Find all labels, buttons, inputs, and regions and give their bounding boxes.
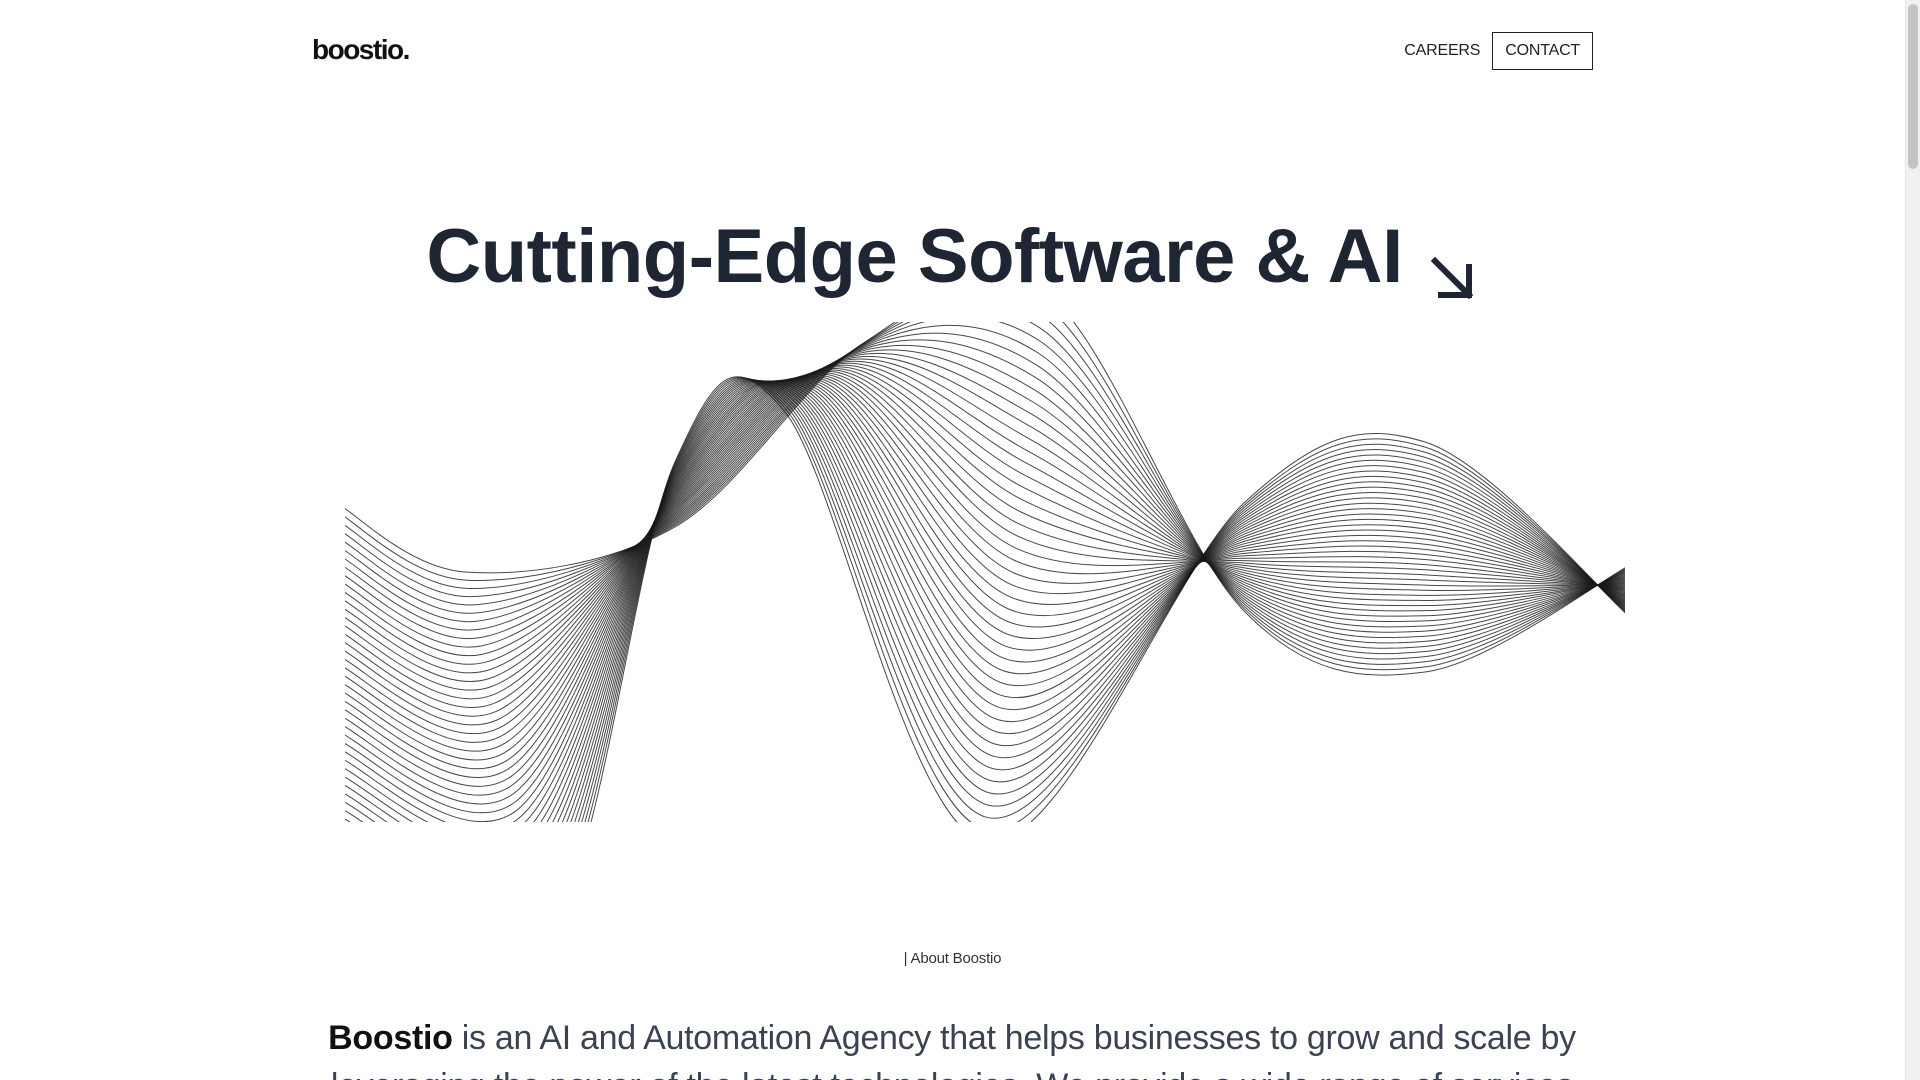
wave-line xyxy=(566,380,1625,822)
page: boostio. CAREERS CONTACT Cutting-Edge So… xyxy=(0,0,1920,1080)
wave-line xyxy=(345,377,1625,787)
page-scrollbar[interactable] xyxy=(1905,0,1920,1080)
site-header: boostio. CAREERS CONTACT xyxy=(0,0,1905,102)
wave-line xyxy=(345,380,1625,822)
wave-line xyxy=(345,322,1625,676)
wave-line xyxy=(590,376,1625,822)
about-section-tag: | About Boostio xyxy=(903,950,1002,967)
logo[interactable]: boostio. xyxy=(312,32,410,68)
main-nav: CAREERS CONTACT xyxy=(1404,32,1593,70)
wave-line xyxy=(345,322,1625,671)
hero-heading: Cutting-Edge Software & AI xyxy=(0,209,1905,305)
about-body-text: is an AI and Automation Agency that help… xyxy=(331,1019,1576,1080)
wave-line xyxy=(345,378,1625,796)
hero-wave-illustration xyxy=(345,322,1625,822)
wave-line xyxy=(345,322,1625,665)
wave-line xyxy=(345,375,1625,770)
about-brand-name: Boostio xyxy=(328,1019,453,1057)
hero-title-text: Cutting-Edge Software & AI xyxy=(426,213,1403,299)
wave-line xyxy=(345,373,1625,752)
wave-line xyxy=(345,380,1625,822)
wave-line xyxy=(587,377,1625,822)
wave-line xyxy=(570,379,1625,822)
wave-line xyxy=(345,379,1625,822)
wave-line xyxy=(345,380,1625,822)
wave-line xyxy=(345,324,1625,649)
contact-button[interactable]: CONTACT xyxy=(1492,32,1593,70)
wave-line xyxy=(345,380,1625,822)
wave-line xyxy=(345,344,1625,640)
nav-link-careers[interactable]: CAREERS xyxy=(1404,32,1480,70)
wave-lines-graphic xyxy=(345,322,1625,822)
scrollbar-thumb[interactable] xyxy=(1908,4,1918,169)
wave-line xyxy=(345,380,1625,822)
about-description: Boostio is an AI and Automation Agency t… xyxy=(312,1014,1592,1080)
arrow-down-right-icon xyxy=(1427,232,1479,300)
wave-line xyxy=(345,380,1625,822)
wave-line xyxy=(345,380,1625,822)
